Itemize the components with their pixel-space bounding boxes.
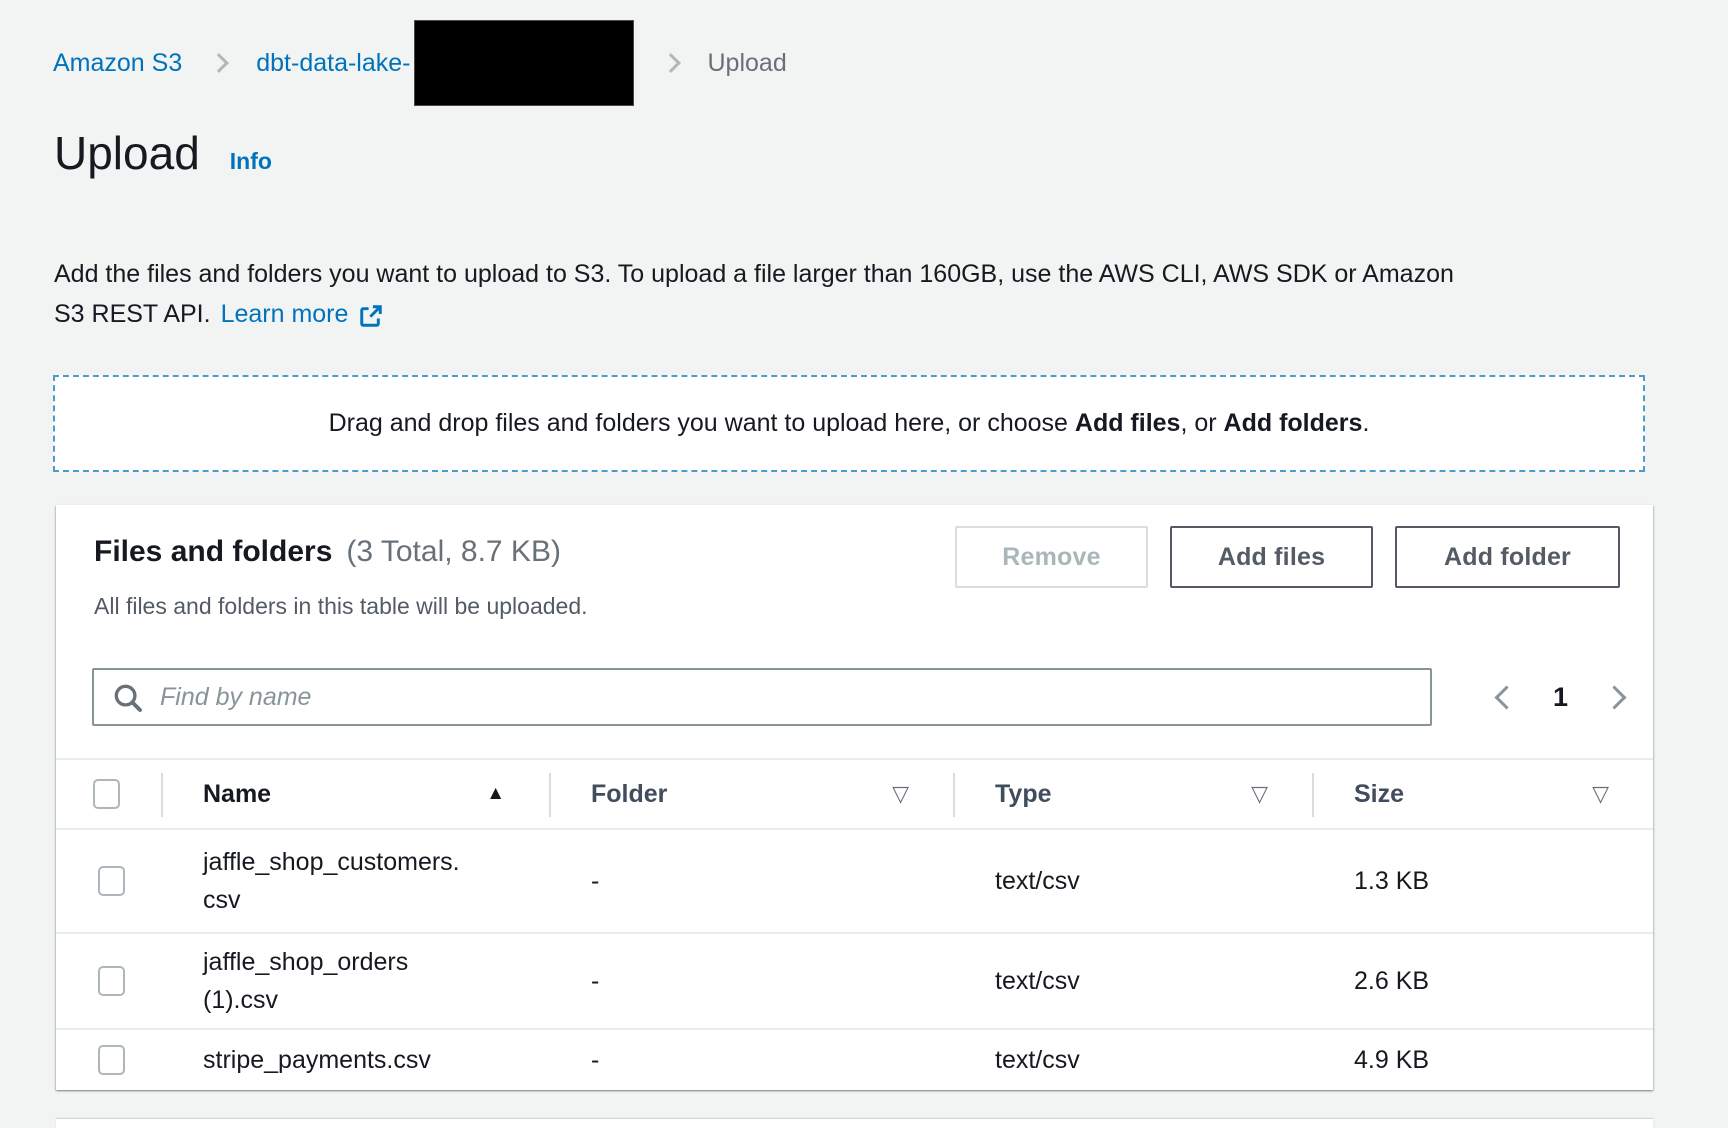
- page-title: Upload: [54, 126, 200, 180]
- column-label-type: Type: [995, 780, 1052, 809]
- external-link-icon: [358, 301, 384, 327]
- column-header-size[interactable]: Size ▽: [1312, 760, 1653, 828]
- column-label-folder: Folder: [591, 780, 667, 809]
- select-all-cell: [56, 760, 161, 828]
- add-folder-button[interactable]: Add folder: [1395, 526, 1620, 588]
- table-header-row: Name ▲ Folder ▽ Type ▽ Size ▽: [56, 758, 1653, 830]
- column-header-type[interactable]: Type ▽: [953, 760, 1312, 828]
- panel-count-summary: (3 Total, 8.7 KB): [346, 535, 561, 569]
- search-input[interactable]: [94, 670, 1430, 724]
- sort-toggle-icon: ▽: [892, 781, 909, 807]
- column-header-folder[interactable]: Folder ▽: [549, 760, 953, 828]
- cell-name: jaffle_shop_orders (1).csv: [161, 943, 549, 1019]
- files-and-folders-panel: Files and folders (3 Total, 8.7 KB) All …: [56, 505, 1653, 1090]
- panel-header: Files and folders (3 Total, 8.7 KB): [94, 535, 561, 569]
- cell-folder: -: [549, 967, 953, 996]
- cell-type: text/csv: [953, 967, 1312, 996]
- select-all-checkbox[interactable]: [93, 779, 120, 809]
- cell-size: 4.9 KB: [1312, 1046, 1653, 1075]
- cell-type: text/csv: [953, 867, 1312, 896]
- table-row: stripe_payments.csv - text/csv 4.9 KB: [56, 1030, 1653, 1090]
- cell-name: stripe_payments.csv: [161, 1041, 549, 1079]
- panel-title: Files and folders: [94, 535, 332, 569]
- files-table: Name ▲ Folder ▽ Type ▽ Size ▽ jaffl: [56, 758, 1653, 1090]
- row-checkbox[interactable]: [98, 1045, 125, 1075]
- row-select-cell: [56, 866, 161, 896]
- chevron-right-icon: [661, 53, 681, 73]
- cell-folder: -: [549, 1046, 953, 1075]
- table-row: jaffle_shop_customers.csv - text/csv 1.3…: [56, 830, 1653, 934]
- breadcrumb: Amazon S3 dbt-data-lake- Upload: [53, 18, 787, 108]
- row-select-cell: [56, 1045, 161, 1075]
- row-checkbox[interactable]: [98, 966, 125, 996]
- intro-paragraph: Add the files and folders you want to up…: [54, 254, 1454, 334]
- table-row: jaffle_shop_orders (1).csv - text/csv 2.…: [56, 934, 1653, 1030]
- next-page-button[interactable]: [1602, 685, 1626, 709]
- previous-page-button[interactable]: [1494, 685, 1518, 709]
- row-select-cell: [56, 966, 161, 996]
- column-header-name[interactable]: Name ▲: [161, 760, 549, 828]
- intro-line-2-text: S3 REST API.: [54, 294, 211, 334]
- panel-subtitle: All files and folders in this table will…: [94, 593, 588, 620]
- cell-size: 1.3 KB: [1312, 867, 1653, 896]
- info-link[interactable]: Info: [230, 148, 272, 175]
- cell-name: jaffle_shop_customers.csv: [161, 843, 549, 919]
- panel-actions: Remove Add files Add folder: [955, 526, 1620, 588]
- remove-button[interactable]: Remove: [955, 526, 1148, 588]
- search-box: [92, 668, 1432, 726]
- cell-folder: -: [549, 867, 953, 896]
- redacted-bucket-name: [414, 20, 634, 106]
- sort-toggle-icon: ▽: [1251, 781, 1268, 807]
- next-panel-top-edge: [56, 1119, 1653, 1128]
- s3-upload-page: Amazon S3 dbt-data-lake- Upload Upload I…: [0, 0, 1728, 1128]
- column-label-size: Size: [1354, 780, 1404, 809]
- drag-drop-upload-zone[interactable]: Drag and drop files and folders you want…: [53, 375, 1645, 472]
- breadcrumb-amazon-s3-link[interactable]: Amazon S3: [53, 49, 182, 78]
- intro-line-1: Add the files and folders you want to up…: [54, 254, 1454, 294]
- sort-toggle-icon: ▽: [1592, 781, 1609, 807]
- breadcrumb-current-page: Upload: [708, 49, 787, 78]
- row-checkbox[interactable]: [98, 866, 125, 896]
- add-files-button[interactable]: Add files: [1170, 526, 1373, 588]
- learn-more-link[interactable]: Learn more: [221, 294, 349, 334]
- current-page-number[interactable]: 1: [1553, 682, 1568, 713]
- column-label-name: Name: [203, 780, 271, 809]
- chevron-right-icon: [209, 53, 229, 73]
- breadcrumb-bucket-link[interactable]: dbt-data-lake-: [256, 49, 410, 78]
- cell-type: text/csv: [953, 1046, 1312, 1075]
- search-icon: [113, 683, 143, 713]
- intro-line-2: S3 REST API. Learn more: [54, 294, 1454, 334]
- page-title-row: Upload Info: [54, 126, 272, 180]
- cell-size: 2.6 KB: [1312, 967, 1653, 996]
- dropzone-text: Drag and drop files and folders you want…: [329, 409, 1370, 438]
- sort-ascending-icon: ▲: [486, 783, 505, 805]
- search-row: 1: [92, 667, 1623, 727]
- pagination: 1: [1498, 682, 1623, 713]
